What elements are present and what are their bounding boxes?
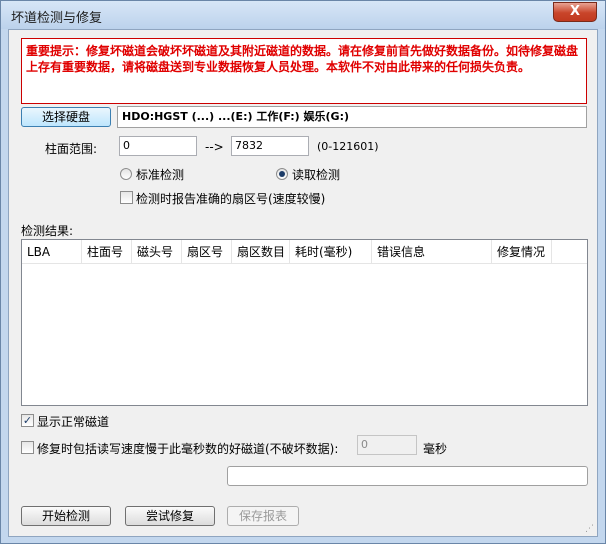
try-repair-button[interactable]: 尝试修复 — [125, 506, 215, 526]
column-header-cylinder[interactable]: 柱面号 — [82, 240, 132, 264]
cylinder-start-input[interactable]: 0 — [119, 136, 197, 156]
slow-threshold-unit: 毫秒 — [423, 442, 448, 456]
close-button[interactable]: X — [553, 2, 597, 22]
results-table-header: LBA 柱面号 磁头号 扇区号 扇区数目 耗时(毫秒) 错误信息 修复情况 — [22, 240, 587, 264]
window-title: 坏道检测与修复 — [11, 11, 103, 26]
slow-repair-label[interactable]: 修复时包括读写速度慢于此毫秒数的好磁道(不破坏数据): — [37, 440, 338, 457]
start-check-button[interactable]: 开始检测 — [21, 506, 111, 526]
column-header-elapsed-ms[interactable]: 耗时(毫秒) — [290, 240, 372, 264]
progress-bar — [227, 466, 588, 486]
dialog-client-area: 重要提示：修复坏磁道会破坏坏磁道及其附近磁道的数据。请在修复前首先做好数据备份。… — [8, 29, 598, 537]
accurate-sector-label[interactable]: 检测时报告准确的扇区号(速度较慢) — [136, 190, 325, 207]
column-header-sector[interactable]: 扇区号 — [182, 240, 232, 264]
resize-grip[interactable]: ⋰ — [585, 524, 595, 534]
cylinder-range-hint: (0-121601) — [317, 140, 379, 153]
show-normal-label[interactable]: 显示正常磁道 — [37, 413, 109, 430]
column-header-head[interactable]: 磁头号 — [132, 240, 182, 264]
slow-repair-checkbox[interactable] — [21, 441, 34, 454]
column-header-lba[interactable]: LBA — [22, 240, 82, 264]
warning-notice: 重要提示：修复坏磁道会破坏坏磁道及其附近磁道的数据。请在修复前首先做好数据备份。… — [21, 38, 587, 104]
select-disk-button[interactable]: 选择硬盘 — [21, 107, 111, 127]
save-report-button[interactable]: 保存报表 — [227, 506, 299, 526]
column-header-sector-count[interactable]: 扇区数目 — [232, 240, 290, 264]
slow-threshold-input[interactable]: 0 — [357, 435, 417, 455]
cylinder-end-input[interactable]: 7832 — [231, 136, 309, 156]
standard-check-radio[interactable] — [120, 168, 132, 180]
column-header-repair-status[interactable]: 修复情况 — [492, 240, 552, 264]
read-check-radio[interactable] — [276, 168, 288, 180]
disk-info-display: HDO:HGST (...) ...(E:) 工作(F:) 娱乐(G:) — [117, 106, 587, 128]
results-table[interactable]: LBA 柱面号 磁头号 扇区号 扇区数目 耗时(毫秒) 错误信息 修复情况 — [21, 239, 588, 406]
accurate-sector-checkbox[interactable] — [120, 191, 133, 204]
cylinder-range-label: 柱面范围: — [45, 142, 98, 156]
read-check-label[interactable]: 读取检测 — [292, 166, 340, 183]
show-normal-checkbox[interactable]: ✓ — [21, 414, 34, 427]
range-arrow: --> — [205, 140, 224, 154]
title-bar[interactable]: 坏道检测与修复 X — [1, 1, 605, 29]
dialog-window: 坏道检测与修复 X 重要提示：修复坏磁道会破坏坏磁道及其附近磁道的数据。请在修复… — [0, 0, 606, 544]
column-header-error-info[interactable]: 错误信息 — [372, 240, 492, 264]
standard-check-label[interactable]: 标准检测 — [136, 166, 184, 183]
results-label: 检测结果: — [21, 224, 74, 238]
